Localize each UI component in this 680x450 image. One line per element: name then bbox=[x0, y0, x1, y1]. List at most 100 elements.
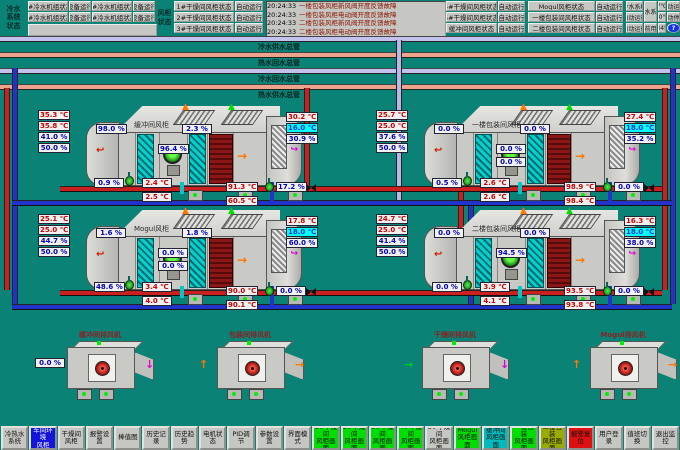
sensor-value-box: 50.0 % bbox=[38, 247, 70, 257]
fan-value-box: 0.0 % bbox=[35, 358, 65, 368]
damper-actuator-icon[interactable] bbox=[99, 389, 114, 400]
sensor-value-box: 35.3 ℃ bbox=[38, 110, 70, 120]
damper-actuator-icon[interactable] bbox=[454, 389, 469, 400]
nav-button[interactable]: 2#干燥间 风柜画面 bbox=[341, 426, 368, 450]
ahu-status-cell[interactable]: 自动运行 bbox=[596, 1, 623, 11]
nav-button[interactable]: 历史趋势 bbox=[171, 426, 198, 450]
nav-button[interactable]: 电机状态 bbox=[199, 426, 226, 450]
pipe-value-box: 91.3 ℃ bbox=[226, 182, 258, 192]
nav-button[interactable]: 干燥间 风柜 bbox=[58, 426, 85, 450]
nav-button[interactable]: 用户登录 bbox=[595, 426, 622, 450]
nav-button[interactable]: 5#干燥间 风柜画面 bbox=[425, 426, 452, 450]
sensor-value-box: 35.8 ℃ bbox=[38, 121, 70, 131]
cold-mode2-button[interactable]: 自动运行 bbox=[626, 12, 643, 22]
control-valve-icon[interactable] bbox=[264, 178, 273, 191]
damper-actuator-icon[interactable] bbox=[600, 389, 615, 400]
nav-button[interactable]: 4#干燥间 风柜画面 bbox=[397, 426, 424, 450]
chiller-status-cell[interactable]: 4#冷水机组状态 bbox=[92, 1, 132, 11]
control-valve-icon[interactable] bbox=[602, 178, 611, 191]
nav-button[interactable]: 棒值图 bbox=[114, 426, 141, 450]
chiller-status-cell[interactable]: 3#冷水机组状态 bbox=[92, 12, 132, 22]
hot-setpoint: 60℃ bbox=[658, 12, 666, 22]
nav-button[interactable]: 车间环境 风柜 bbox=[29, 426, 56, 450]
exhaust-fan-icon[interactable] bbox=[95, 361, 110, 376]
nav-button[interactable]: 二楼包装 风柜画面 bbox=[539, 426, 566, 450]
ahu-status-cell[interactable]: 2#干燥间风柜状态 bbox=[174, 12, 234, 22]
ahu-status-cell[interactable]: 自动运行 bbox=[235, 23, 263, 33]
chiller-status-cell[interactable]: 1#冷水机组状态 bbox=[28, 1, 68, 11]
nav-button[interactable]: 历史记录 bbox=[142, 426, 169, 450]
nav-button[interactable]: 报警设置 bbox=[86, 426, 113, 450]
nav-button[interactable]: 缓冲间 风柜画面 bbox=[482, 426, 509, 450]
damper-actuator-icon[interactable] bbox=[249, 389, 264, 400]
control-valve-icon[interactable] bbox=[124, 276, 133, 289]
control-valve-icon[interactable] bbox=[462, 276, 471, 289]
ahu-status-cell[interactable]: 自动运行 bbox=[596, 23, 623, 33]
damper-actuator-icon[interactable] bbox=[432, 389, 447, 400]
coil-section-icon bbox=[209, 238, 233, 288]
damper-actuator-icon[interactable] bbox=[188, 190, 203, 201]
nav-button[interactable]: 退出监控 bbox=[652, 426, 679, 450]
ahu-status-cell[interactable]: Mogul风柜状态 bbox=[528, 1, 595, 11]
exhaust-fan-icon[interactable] bbox=[450, 361, 465, 376]
nav-button[interactable]: 一楼包装 风柜画面 bbox=[510, 426, 537, 450]
sensor-value-box: 94.5 % bbox=[496, 248, 527, 258]
control-valve-icon[interactable] bbox=[124, 172, 133, 185]
condensate-drop-pipe bbox=[518, 286, 522, 298]
run-mode-button[interactable]: 自动运行 bbox=[626, 23, 643, 33]
airflow-right-arrow-icon: → bbox=[575, 253, 585, 267]
fan-panel bbox=[88, 354, 116, 382]
damper-actuator-icon[interactable] bbox=[227, 389, 242, 400]
damper-value-box: 0.0 % bbox=[520, 228, 550, 238]
exhaust-fan-icon[interactable] bbox=[618, 361, 633, 376]
nav-button[interactable]: 报警复位 bbox=[567, 426, 594, 450]
damper-actuator-icon[interactable] bbox=[526, 294, 541, 305]
exhaust-fan-icon[interactable] bbox=[245, 361, 260, 376]
ahu-status-cell[interactable]: 自动运行 bbox=[498, 12, 525, 22]
cold-mode-button[interactable]: 自动运行 bbox=[667, 1, 680, 11]
nav-button[interactable]: 3#干燥间 风柜画面 bbox=[369, 426, 396, 450]
alarm-row: 20:24:33 二楼包装风柜新风阀开度反馈故障 bbox=[267, 19, 445, 27]
pipe-value-box: 4.0 ℃ bbox=[142, 296, 172, 306]
damper-actuator-icon[interactable] bbox=[188, 294, 203, 305]
pipe-value-box: 2.6 ℃ bbox=[480, 192, 510, 202]
nav-button[interactable]: PID调节 bbox=[227, 426, 254, 450]
nav-button[interactable]: Mogul 风柜画面 bbox=[454, 426, 481, 450]
shutoff-valve-icon bbox=[644, 184, 654, 192]
nav-button[interactable]: 参数设置 bbox=[256, 426, 283, 450]
ahu-status-cell[interactable]: 自动运行 bbox=[235, 1, 263, 11]
damper-value-box: 0.0 % bbox=[520, 124, 550, 134]
chiller-status-cell[interactable]: 设备运行 bbox=[69, 1, 91, 11]
ahu-status-cell[interactable]: 一楼包装间风柜状态 bbox=[528, 12, 595, 22]
chiller-status-cell[interactable]: 设备运行 bbox=[133, 12, 155, 22]
nav-button[interactable]: 值班切换 bbox=[624, 426, 651, 450]
control-valve-icon[interactable] bbox=[264, 282, 273, 295]
damper-actuator-icon[interactable] bbox=[622, 389, 637, 400]
ahu-status-cell[interactable]: 自动运行 bbox=[498, 23, 525, 33]
control-valve-icon[interactable] bbox=[602, 282, 611, 295]
ahu-status-cell[interactable]: 自动运行 bbox=[596, 12, 623, 22]
ahu-status-cell[interactable]: 1#干燥间风柜状态 bbox=[174, 1, 234, 11]
ahu-status-cell[interactable]: 自动运行 bbox=[235, 12, 263, 22]
ahu-status-cell[interactable]: 5#干燥间风柜状态 bbox=[446, 12, 497, 22]
ahu-status-cell[interactable]: 自动运行 bbox=[498, 1, 525, 11]
chiller-status-cell[interactable]: 2#冷水机组状态 bbox=[28, 12, 68, 22]
nav-button[interactable]: 1#干燥间 风柜画面 bbox=[312, 426, 339, 450]
damper-actuator-icon[interactable] bbox=[526, 190, 541, 201]
nav-button[interactable]: 冷热水 系统 bbox=[1, 426, 28, 450]
ahu-status-cell[interactable]: 缓冲间风柜状态 bbox=[446, 23, 497, 33]
ahu-status-cell[interactable]: 二楼包装间风柜状态 bbox=[528, 23, 595, 33]
sensor-value-box: 25.1 ℃ bbox=[38, 214, 70, 224]
ahu-status-cell[interactable]: 3#干燥间风柜状态 bbox=[174, 23, 234, 33]
nav-button[interactable]: 界面模式 bbox=[284, 426, 311, 450]
ahu-status-cell[interactable]: 4#干燥间风柜状态 bbox=[446, 1, 497, 11]
sensor-value-box: 17.8 ℃ bbox=[286, 216, 318, 226]
help-button[interactable]: ? bbox=[667, 23, 680, 33]
hot-mode-button[interactable]: 手动停止 bbox=[667, 12, 680, 22]
damper-actuator-icon[interactable] bbox=[77, 389, 92, 400]
airflow-right-arrow-icon: → bbox=[575, 149, 585, 163]
chiller-status-cell[interactable]: 设备运行 bbox=[133, 1, 155, 11]
control-valve-icon[interactable] bbox=[462, 172, 471, 185]
water-main-pipe: 冷水回水总管 bbox=[0, 68, 680, 84]
chiller-status-cell[interactable]: 设备运行 bbox=[69, 12, 91, 22]
